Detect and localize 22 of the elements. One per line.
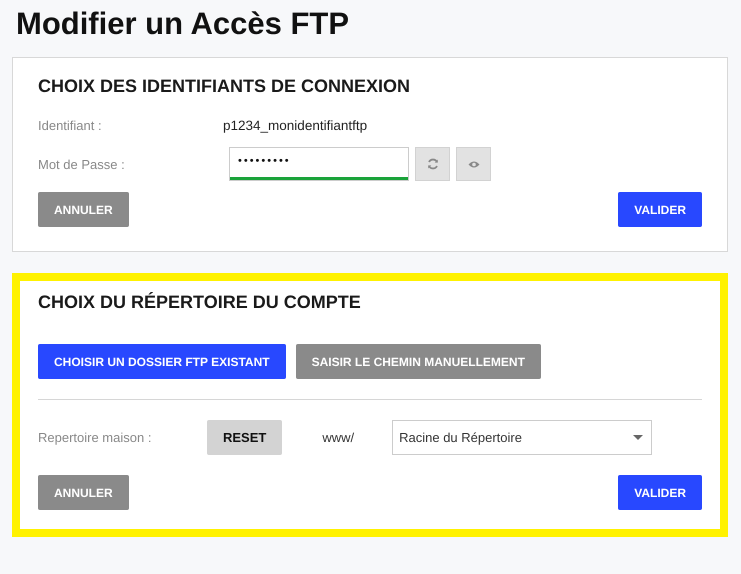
mode-button[interactable]: CHOISIR UN DOSSIER FTP EXISTANT [38, 344, 286, 379]
submit-button[interactable]: VALIDER [618, 192, 702, 227]
identifier-value: p1234_monidentifiantftp [223, 118, 368, 133]
refresh-icon [426, 158, 438, 170]
show-password-button[interactable] [456, 147, 491, 181]
path-prefix: www/ [322, 430, 354, 445]
field-label: Mot de Passe : [38, 156, 126, 172]
section-title: CHOIX DES IDENTIFIANTS DE CONNEXION [38, 76, 412, 98]
section-title: CHOIX DU RÉPERTOIRE DU COMPTE [38, 292, 362, 314]
cancel-button[interactable]: ANNULER [38, 192, 129, 227]
field-label: Identifiant : [38, 118, 103, 133]
submit-button[interactable]: VALIDER [618, 475, 702, 510]
password-field[interactable]: ••••••••• [229, 147, 409, 181]
eye-icon [468, 160, 480, 168]
caret-icon [633, 435, 644, 440]
regenerate-button[interactable] [415, 147, 450, 181]
mode-button[interactable]: SAISIR LE CHEMIN MANUELLEMENT [296, 344, 541, 379]
folder-select[interactable]: Racine du Répertoire [392, 420, 652, 455]
page-title: Modifier un Accès FTP [15, 5, 350, 43]
field-label: Repertoire maison : [38, 430, 152, 445]
reset-button[interactable]: RESET [207, 420, 282, 455]
cancel-button[interactable]: ANNULER [38, 475, 129, 510]
